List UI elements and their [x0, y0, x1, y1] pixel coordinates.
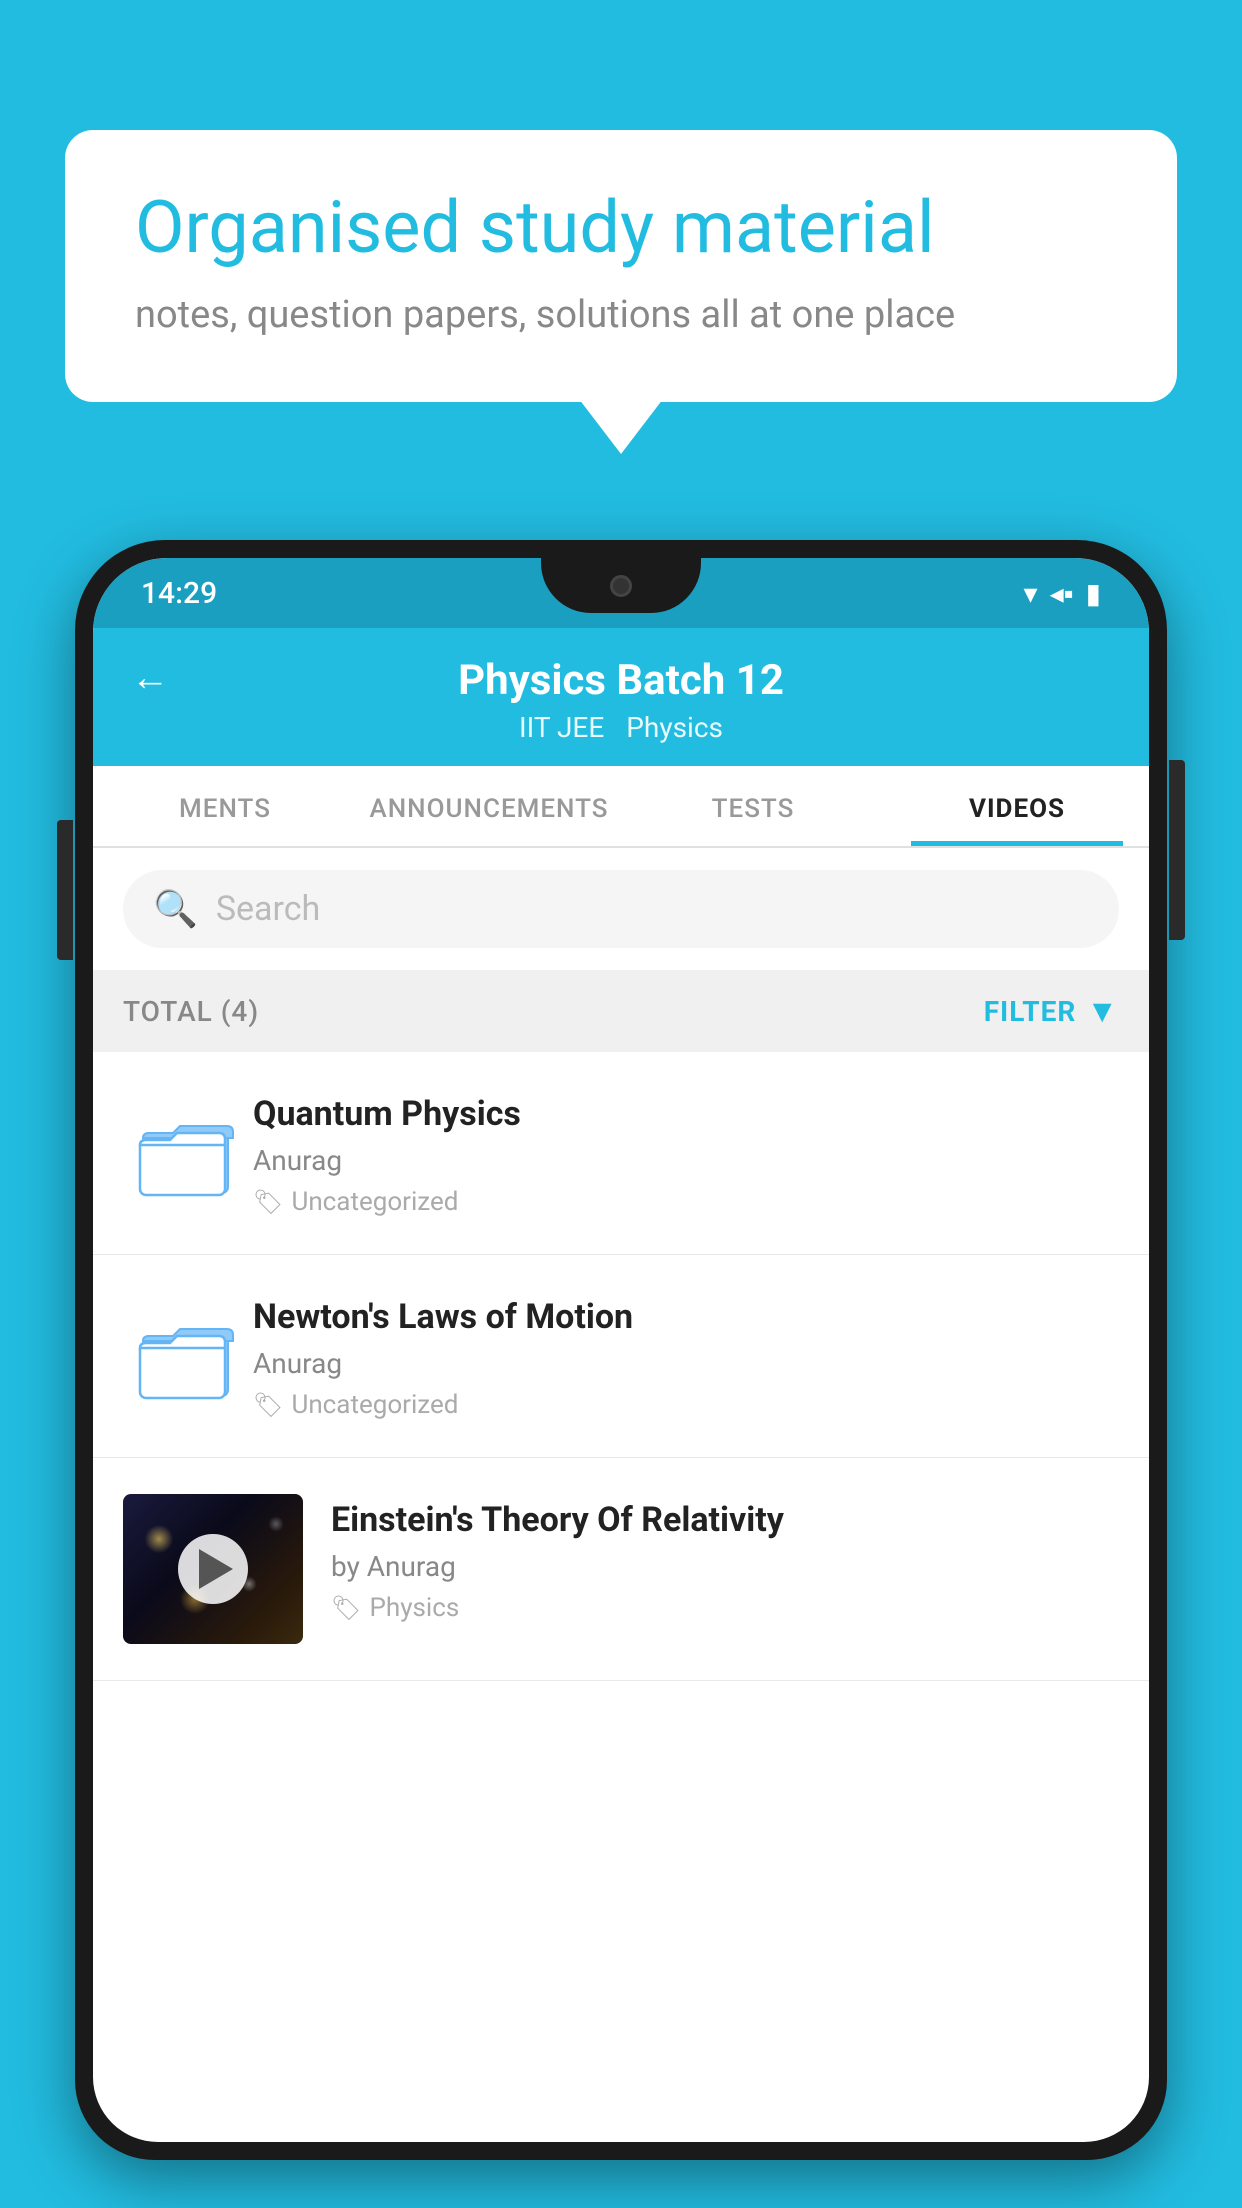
video-info: Einstein's Theory Of Relativity by Anura… [331, 1494, 1119, 1623]
status-icons: ▾ ◂▪ ▮ [1024, 577, 1101, 610]
bubble-subtitle: notes, question papers, solutions all at… [135, 293, 1107, 337]
tab-announcements[interactable]: ANNOUNCEMENTS [357, 766, 621, 846]
video-tag: 🏷 Physics [331, 1593, 1119, 1623]
play-icon [199, 1549, 233, 1589]
app-subtitle: IIT JEE Physics [519, 711, 723, 744]
video-author: by Anurag [331, 1550, 1119, 1583]
status-bar: 14:29 ▾ ◂▪ ▮ [93, 558, 1149, 628]
search-icon: 🔍 [153, 888, 198, 930]
list-item[interactable]: Newton's Laws of Motion Anurag 🏷 Uncateg… [93, 1255, 1149, 1458]
search-box[interactable]: 🔍 Search [123, 870, 1119, 948]
filter-icon: ▼ [1086, 992, 1119, 1030]
search-placeholder: Search [216, 889, 320, 929]
video-tag: 🏷 Uncategorized [253, 1187, 1119, 1217]
video-tag: 🏷 Uncategorized [253, 1390, 1119, 1420]
app-title: Physics Batch 12 [458, 656, 784, 705]
back-button[interactable]: ← [131, 656, 169, 700]
subtitle-physics: Physics [626, 711, 723, 744]
play-button[interactable] [178, 1534, 248, 1604]
tab-tests[interactable]: TESTS [621, 766, 885, 846]
list-item[interactable]: Quantum Physics Anurag 🏷 Uncategorized [93, 1052, 1149, 1255]
bubble-title: Organised study material [135, 185, 1107, 271]
phone-screen: 14:29 ▾ ◂▪ ▮ ← Physics Batch 12 IIT JEE … [93, 558, 1149, 2142]
folder-icon [138, 1108, 238, 1198]
filter-label: FILTER [984, 995, 1077, 1028]
speech-bubble-container: Organised study material notes, question… [65, 130, 1177, 402]
filter-bar: TOTAL (4) FILTER ▼ [93, 970, 1149, 1052]
folder-icon-container [123, 1291, 253, 1421]
folder-icon-container [123, 1088, 253, 1218]
list-item[interactable]: Einstein's Theory Of Relativity by Anura… [93, 1458, 1149, 1681]
phone-frame: 14:29 ▾ ◂▪ ▮ ← Physics Batch 12 IIT JEE … [75, 540, 1167, 2208]
wifi-icon: ▾ [1024, 577, 1038, 610]
folder-icon [138, 1311, 238, 1401]
tab-ments[interactable]: MENTS [93, 766, 357, 846]
video-list: Quantum Physics Anurag 🏷 Uncategorized [93, 1052, 1149, 1681]
notch [541, 558, 701, 613]
filter-button[interactable]: FILTER ▼ [984, 992, 1119, 1030]
tab-bar: MENTS ANNOUNCEMENTS TESTS VIDEOS [93, 766, 1149, 848]
tab-videos[interactable]: VIDEOS [885, 766, 1149, 846]
video-title: Newton's Laws of Motion [253, 1297, 1119, 1337]
status-time: 14:29 [141, 576, 217, 611]
speech-bubble: Organised study material notes, question… [65, 130, 1177, 402]
app-header: ← Physics Batch 12 IIT JEE Physics [93, 628, 1149, 766]
video-info: Quantum Physics Anurag 🏷 Uncategorized [253, 1088, 1119, 1217]
phone-outer: 14:29 ▾ ◂▪ ▮ ← Physics Batch 12 IIT JEE … [75, 540, 1167, 2160]
subtitle-iitjee: IIT JEE [519, 711, 604, 744]
search-container: 🔍 Search [93, 848, 1149, 970]
signal-icon: ◂▪ [1050, 577, 1074, 610]
video-title: Quantum Physics [253, 1094, 1119, 1134]
video-author: Anurag [253, 1144, 1119, 1177]
video-title: Einstein's Theory Of Relativity [331, 1500, 1119, 1540]
total-count: TOTAL (4) [123, 995, 259, 1028]
video-thumbnail [123, 1494, 303, 1644]
tag-icon: 🏷 [253, 1188, 283, 1216]
camera [610, 575, 632, 597]
battery-icon: ▮ [1086, 577, 1101, 610]
tag-icon: 🏷 [331, 1594, 361, 1622]
video-info: Newton's Laws of Motion Anurag 🏷 Uncateg… [253, 1291, 1119, 1420]
video-author: Anurag [253, 1347, 1119, 1380]
tag-icon: 🏷 [253, 1391, 283, 1419]
